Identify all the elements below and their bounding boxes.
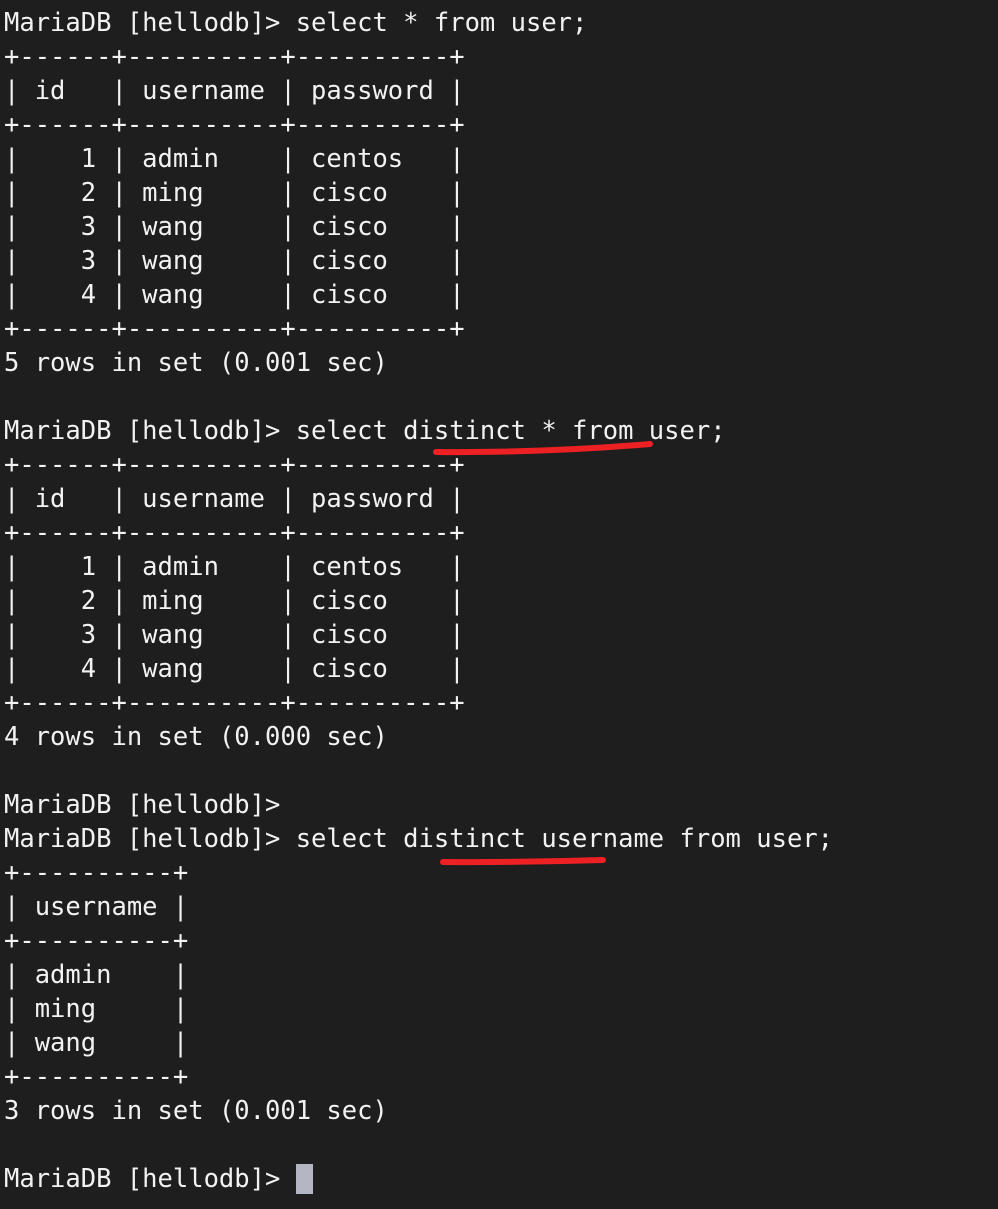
terminal-line: MariaDB [hellodb]> [4, 790, 281, 820]
terminal-line: | 1 | admin | centos | [4, 144, 465, 174]
terminal-line: +------+----------+----------+ [4, 450, 465, 480]
terminal-line: +----------+ [4, 1062, 189, 1092]
terminal-line: MariaDB [hellodb]> select * from user; [4, 8, 588, 38]
terminal-line: | 3 | wang | cisco | [4, 212, 465, 242]
terminal-line: MariaDB [hellodb]> select distinct * fro… [4, 416, 726, 446]
terminal-line: +----------+ [4, 858, 189, 888]
terminal-line: +------+----------+----------+ [4, 110, 465, 140]
terminal-line: | 2 | ming | cisco | [4, 586, 465, 616]
terminal-line: | 4 | wang | cisco | [4, 654, 465, 684]
terminal-line: MariaDB [hellodb]> select distinct usern… [4, 824, 834, 854]
terminal-line: 5 rows in set (0.001 sec) [4, 348, 388, 378]
terminal-line: 3 rows in set (0.001 sec) [4, 1096, 388, 1126]
terminal-line: | wang | [4, 1028, 189, 1058]
terminal-line: | username | [4, 892, 189, 922]
terminal-line: +------+----------+----------+ [4, 42, 465, 72]
terminal-line: | 3 | wang | cisco | [4, 246, 465, 276]
terminal-output: MariaDB [hellodb]> select * from user; +-… [4, 6, 998, 1162]
terminal-window[interactable]: MariaDB [hellodb]> select * from user; +-… [0, 0, 998, 1209]
terminal-line: | admin | [4, 960, 189, 990]
terminal-line: | 1 | admin | centos | [4, 552, 465, 582]
terminal-prompt-line-active[interactable]: MariaDB [hellodb]> [4, 1162, 998, 1196]
terminal-line: +----------+ [4, 926, 189, 956]
terminal-line: | 4 | wang | cisco | [4, 280, 465, 310]
terminal-line: | 2 | ming | cisco | [4, 178, 465, 208]
terminal-line: | 3 | wang | cisco | [4, 620, 465, 650]
terminal-line: +------+----------+----------+ [4, 518, 465, 548]
terminal-line: | id | username | password | [4, 484, 465, 514]
terminal-line: 4 rows in set (0.000 sec) [4, 722, 388, 752]
text-cursor [295, 1164, 313, 1194]
terminal-line: | ming | [4, 994, 189, 1024]
terminal-line: +------+----------+----------+ [4, 688, 465, 718]
prompt-text: MariaDB [hellodb]> [4, 1164, 296, 1194]
terminal-line: | id | username | password | [4, 76, 465, 106]
terminal-line: +------+----------+----------+ [4, 314, 465, 344]
